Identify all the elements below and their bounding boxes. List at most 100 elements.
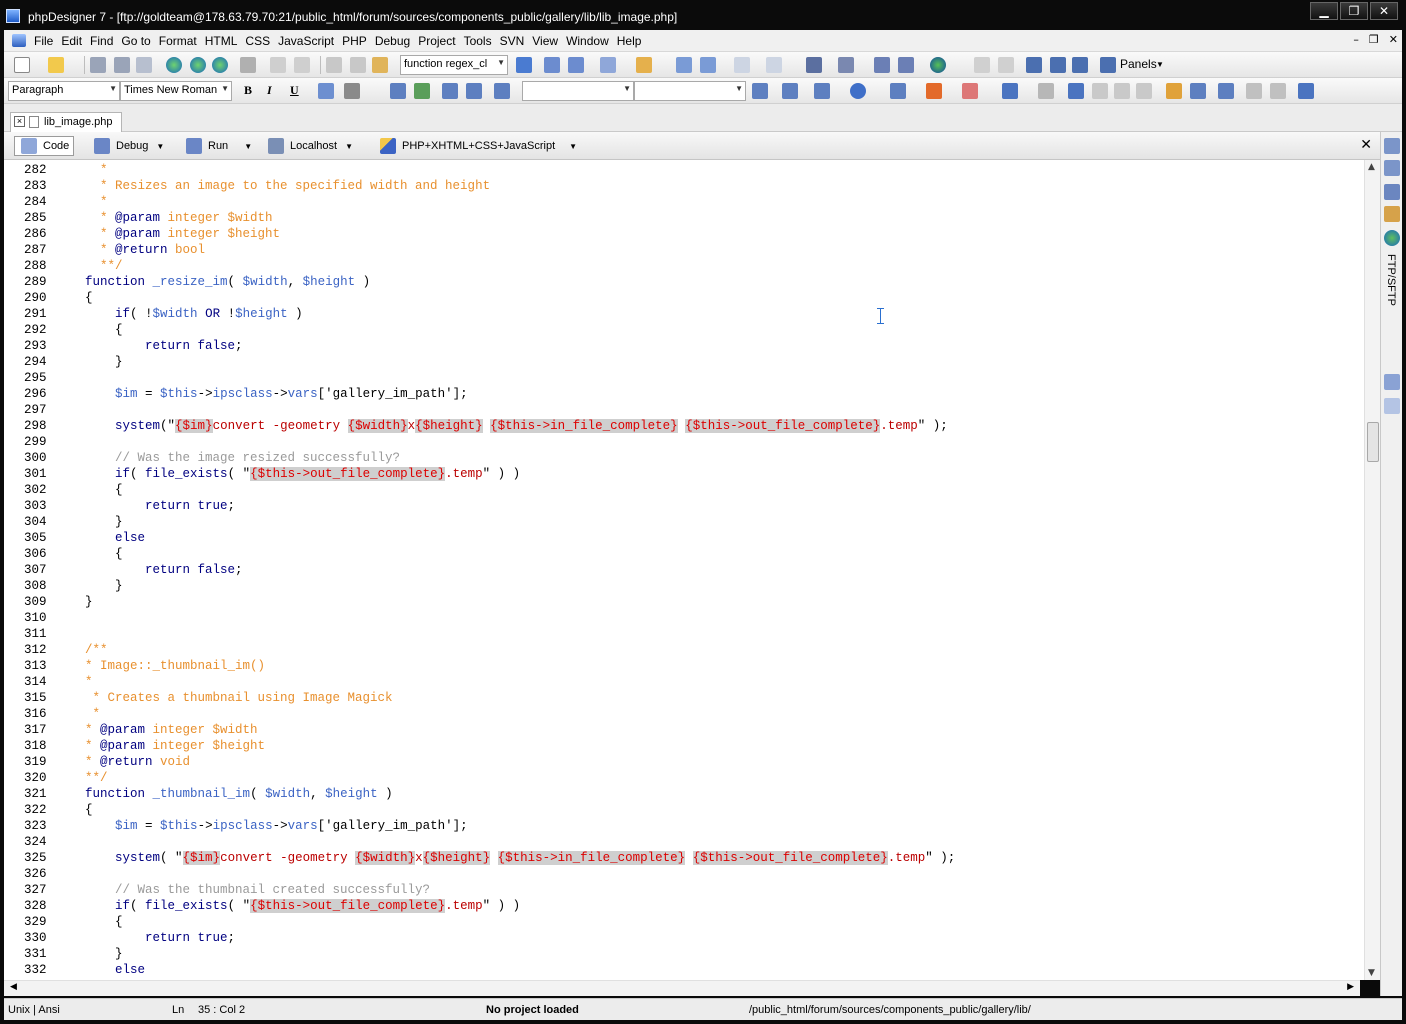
save-as-icon[interactable] bbox=[114, 57, 130, 73]
code-line[interactable]: 322 { bbox=[4, 802, 1364, 818]
code-line[interactable]: 292 { bbox=[4, 322, 1364, 338]
code-line[interactable]: 306 { bbox=[4, 546, 1364, 562]
mdi-minimize-button[interactable]: – bbox=[1353, 33, 1359, 46]
open-folder-icon[interactable] bbox=[48, 57, 64, 73]
code-line[interactable]: 299 bbox=[4, 434, 1364, 450]
menu-tools[interactable]: Tools bbox=[464, 34, 492, 48]
code-line[interactable]: 309} bbox=[4, 594, 1364, 610]
copy-icon[interactable] bbox=[350, 57, 366, 73]
document-icon[interactable] bbox=[12, 34, 26, 47]
browser-preview-icon[interactable] bbox=[930, 57, 946, 73]
code-line[interactable]: 329 { bbox=[4, 914, 1364, 930]
panels-dropdown-icon[interactable]: ▼ bbox=[1156, 60, 1164, 69]
code-line[interactable]: 323 $im = $this->ipsclass->vars['gallery… bbox=[4, 818, 1364, 834]
insert-icon[interactable] bbox=[1068, 83, 1084, 99]
menu-find[interactable]: Find bbox=[90, 34, 113, 48]
div-icon[interactable] bbox=[494, 83, 510, 99]
code-line[interactable]: 324 bbox=[4, 834, 1364, 850]
wand-icon[interactable] bbox=[1190, 83, 1206, 99]
reformat-icon[interactable] bbox=[1136, 83, 1152, 99]
split-vertical-icon[interactable] bbox=[1050, 57, 1066, 73]
font-combo[interactable]: Times New Roman ▼ bbox=[120, 81, 232, 101]
code-line[interactable]: 331 } bbox=[4, 946, 1364, 962]
checkbox-icon[interactable] bbox=[1298, 83, 1314, 99]
code-line[interactable]: 293 return false; bbox=[4, 338, 1364, 354]
menu-html[interactable]: HTML bbox=[205, 34, 238, 48]
code-line[interactable]: 303 return true; bbox=[4, 498, 1364, 514]
menu-window[interactable]: Window bbox=[566, 34, 609, 48]
code-line[interactable]: 297 bbox=[4, 402, 1364, 418]
plugin-icon[interactable] bbox=[806, 57, 822, 73]
hand-icon[interactable] bbox=[1166, 83, 1182, 99]
localhost-button[interactable]: Localhost ▼ bbox=[268, 136, 353, 156]
code-line[interactable]: 319 * @return void bbox=[4, 754, 1364, 770]
code-line[interactable]: 328 if( file_exists( "{$this->out_file_c… bbox=[4, 898, 1364, 914]
indent-icon[interactable] bbox=[974, 57, 990, 73]
tidy-icon[interactable] bbox=[1038, 83, 1054, 99]
validate-icon[interactable] bbox=[1002, 83, 1018, 99]
horizontal-scrollbar[interactable]: ◀ ▶ bbox=[4, 980, 1360, 996]
maximize-button[interactable]: ❐ bbox=[1340, 2, 1368, 20]
code-line[interactable]: 300 // Was the image resized successfull… bbox=[4, 450, 1364, 466]
bookmark-next-icon[interactable] bbox=[568, 57, 584, 73]
code-line[interactable]: 285 * @param integer $width bbox=[4, 210, 1364, 226]
scroll-right-icon[interactable]: ▶ bbox=[1347, 982, 1354, 992]
code-line[interactable]: 310 bbox=[4, 610, 1364, 626]
close-button[interactable]: ✕ bbox=[1370, 2, 1398, 20]
menu-css[interactable]: CSS bbox=[245, 34, 270, 48]
code-line[interactable]: 284 * bbox=[4, 194, 1364, 210]
function-combo[interactable]: function regex_cl ▼ bbox=[400, 55, 508, 75]
scroll-thumb[interactable] bbox=[1367, 422, 1379, 462]
folder-find-icon[interactable] bbox=[636, 57, 652, 73]
menu-file[interactable]: File bbox=[34, 34, 53, 48]
grid-icon[interactable] bbox=[442, 83, 458, 99]
language-button[interactable]: PHP+XHTML+CSS+JavaScript ▼ bbox=[380, 136, 577, 156]
code-line[interactable]: 283 * Resizes an image to the specified … bbox=[4, 178, 1364, 194]
close-editor-button[interactable]: ✕ bbox=[1360, 137, 1372, 153]
code-line[interactable]: 295 bbox=[4, 370, 1364, 386]
palette-icon[interactable] bbox=[962, 83, 978, 99]
copy-code-icon[interactable] bbox=[1246, 83, 1262, 99]
notes-icon[interactable] bbox=[1384, 160, 1400, 176]
paste-code-icon[interactable] bbox=[1270, 83, 1286, 99]
globe-icon[interactable] bbox=[166, 57, 182, 73]
bookmark-icon[interactable] bbox=[544, 57, 560, 73]
code-button[interactable]: Code bbox=[14, 136, 74, 156]
mdi-restore-button[interactable]: ❐ bbox=[1369, 33, 1379, 46]
code-line[interactable]: 332 else bbox=[4, 962, 1364, 978]
brush-icon[interactable] bbox=[926, 83, 942, 99]
scroll-left-icon[interactable]: ◀ bbox=[10, 982, 17, 992]
code-line[interactable]: 291 if( !$width OR !$height ) bbox=[4, 306, 1364, 322]
code-line[interactable]: 305 else bbox=[4, 530, 1364, 546]
code-line[interactable]: 313 * Image::_thumbnail_im() bbox=[4, 658, 1364, 674]
ftp-sftp-tab[interactable]: FTP/SFTP bbox=[1385, 254, 1397, 306]
vertical-scrollbar[interactable]: ▲ ▼ bbox=[1364, 160, 1380, 980]
menu-javascript[interactable]: JavaScript bbox=[278, 34, 334, 48]
go-arrow-icon[interactable] bbox=[516, 57, 532, 73]
minimize-button[interactable]: ▁ bbox=[1310, 2, 1338, 20]
filter-clear-icon[interactable] bbox=[700, 57, 716, 73]
document-panel-icon[interactable] bbox=[1384, 374, 1400, 390]
panels-button[interactable]: Panels bbox=[1120, 57, 1157, 71]
scroll-up-icon[interactable]: ▲ bbox=[1368, 162, 1375, 172]
ftp-icon[interactable] bbox=[1384, 230, 1400, 246]
tag-panel-icon[interactable] bbox=[1384, 398, 1400, 414]
italic-icon[interactable]: I bbox=[267, 83, 272, 98]
cut-icon[interactable] bbox=[326, 57, 342, 73]
input-icon[interactable] bbox=[814, 83, 830, 99]
window-list-icon[interactable] bbox=[1384, 184, 1400, 200]
image-icon[interactable] bbox=[414, 83, 430, 99]
code-line[interactable]: 320 **/ bbox=[4, 770, 1364, 786]
code-line[interactable]: 288 **/ bbox=[4, 258, 1364, 274]
mdi-close-button[interactable]: ✕ bbox=[1389, 33, 1398, 46]
globe-open-icon[interactable] bbox=[190, 57, 206, 73]
code-line[interactable]: 294 } bbox=[4, 354, 1364, 370]
code-line[interactable]: 296 $im = $this->ipsclass->vars['gallery… bbox=[4, 386, 1364, 402]
menu-format[interactable]: Format bbox=[159, 34, 197, 48]
code-line[interactable]: 330 return true; bbox=[4, 930, 1364, 946]
panels-icon[interactable] bbox=[1100, 57, 1116, 73]
code-line[interactable]: 286 * @param integer $height bbox=[4, 226, 1364, 242]
comment-icon[interactable] bbox=[1092, 83, 1108, 99]
clip-icon[interactable] bbox=[898, 57, 914, 73]
code-line[interactable]: 282 * bbox=[4, 162, 1364, 178]
